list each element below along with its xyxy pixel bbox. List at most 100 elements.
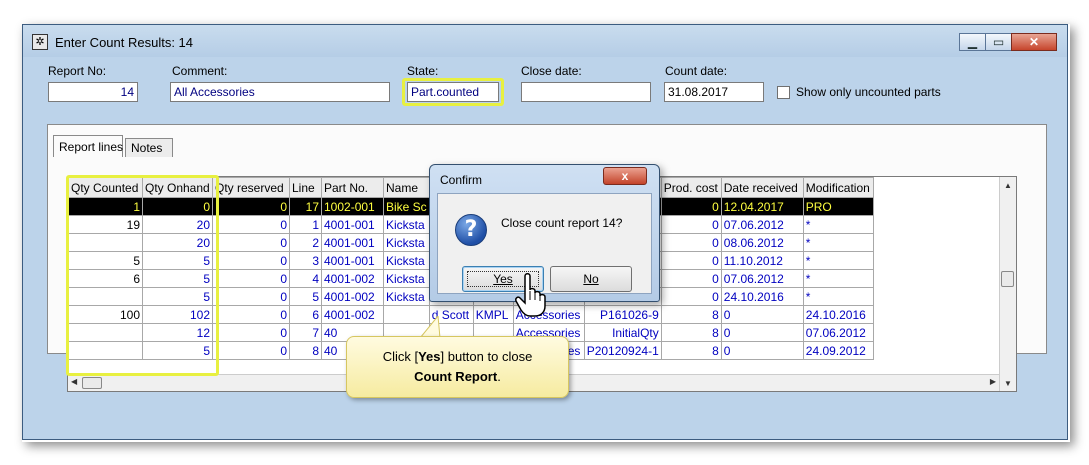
grid-cell[interactable]: 0 bbox=[660, 233, 722, 252]
grid-cell[interactable]: 2 bbox=[289, 233, 322, 252]
grid-cell[interactable]: Kicksta bbox=[383, 287, 430, 306]
state-field[interactable]: Part.counted bbox=[407, 82, 499, 102]
window-controls: ▁ ▭ ✕ bbox=[959, 33, 1057, 51]
grid-cell[interactable]: P161026-9 bbox=[583, 305, 662, 324]
grid-cell[interactable]: 08.06.2012 bbox=[720, 233, 804, 252]
grid-cell[interactable]: 24.10.2016 bbox=[802, 305, 874, 324]
close-icon: ✕ bbox=[1028, 35, 1040, 49]
dialog-close-button[interactable]: x bbox=[603, 167, 647, 185]
show-uncounted-checkbox[interactable] bbox=[777, 86, 790, 99]
grid-cell[interactable]: Bike Sc bbox=[383, 197, 430, 216]
grid-cell[interactable]: 0 bbox=[212, 305, 290, 324]
grid-cell[interactable]: Kicksta bbox=[383, 233, 430, 252]
window-title: Enter Count Results: 14 bbox=[55, 35, 194, 50]
grid-cell[interactable]: 0 bbox=[660, 251, 722, 270]
grid-cell[interactable]: * bbox=[802, 215, 874, 234]
grid-header-5[interactable]: Name bbox=[383, 177, 430, 198]
grid-cell[interactable]: * bbox=[802, 287, 874, 306]
close-date-field[interactable] bbox=[521, 82, 651, 102]
report-no-label: Report No: bbox=[48, 64, 107, 78]
grid-cell[interactable]: 4001-002 bbox=[321, 305, 384, 324]
grid-cell[interactable]: KMPL bbox=[472, 305, 514, 324]
grid-cell[interactable]: 0 bbox=[212, 287, 290, 306]
grid-cell[interactable]: 8 bbox=[660, 341, 722, 360]
grid-cell[interactable]: 1002-001 bbox=[321, 197, 384, 216]
grid-cell[interactable]: 0 bbox=[660, 215, 722, 234]
tab-report-lines[interactable]: Report lines bbox=[53, 135, 123, 157]
vertical-scroll-thumb[interactable] bbox=[1001, 271, 1014, 287]
grid-cell[interactable]: 11.10.2012 bbox=[720, 251, 804, 270]
maximize-button[interactable]: ▭ bbox=[985, 33, 1012, 51]
grid-cell[interactable]: 0 bbox=[660, 197, 722, 216]
grid-cell[interactable]: 7 bbox=[289, 323, 322, 342]
grid-header-4[interactable]: Part No. bbox=[321, 177, 384, 198]
grid-cell[interactable]: 4001-001 bbox=[321, 233, 384, 252]
grid-cell[interactable]: 4001-002 bbox=[321, 269, 384, 288]
scroll-down-icon[interactable]: ▼ bbox=[1000, 379, 1016, 388]
grid-cell[interactable]: 07.06.2012 bbox=[720, 215, 804, 234]
report-no-field[interactable]: 14 bbox=[48, 82, 138, 102]
grid-cell[interactable]: 3 bbox=[289, 251, 322, 270]
grid-cell[interactable]: 07.06.2012 bbox=[802, 323, 874, 342]
comment-field[interactable]: All Accessories bbox=[170, 82, 390, 102]
grid-cell[interactable]: 0 bbox=[660, 287, 722, 306]
grid-cell[interactable]: 24.09.2012 bbox=[802, 341, 874, 360]
grid-cell[interactable]: 6 bbox=[289, 305, 322, 324]
grid-cell[interactable]: P20120924-1 bbox=[583, 341, 662, 360]
grid-cell[interactable]: 4001-001 bbox=[321, 215, 384, 234]
grid-cell[interactable]: * bbox=[802, 251, 874, 270]
grid-header-2[interactable]: Qty reserved bbox=[212, 177, 290, 198]
maximize-icon: ▭ bbox=[992, 35, 1005, 49]
grid-header-3[interactable]: Line bbox=[289, 177, 322, 198]
minimize-button[interactable]: ▁ bbox=[959, 33, 986, 51]
grid-cell[interactable]: 0 bbox=[720, 341, 804, 360]
horizontal-scroll-thumb[interactable] bbox=[82, 377, 102, 389]
grid-cell[interactable]: 07.06.2012 bbox=[720, 269, 804, 288]
grid-cell[interactable]: 0 bbox=[212, 323, 290, 342]
tab-notes[interactable]: Notes bbox=[125, 138, 173, 157]
grid-cell[interactable]: PRO bbox=[802, 197, 874, 216]
close-button[interactable]: ✕ bbox=[1011, 33, 1057, 51]
grid-cell[interactable]: 0 bbox=[212, 269, 290, 288]
show-uncounted-label: Show only uncounted parts bbox=[796, 85, 941, 99]
grid-cell[interactable]: * bbox=[802, 269, 874, 288]
no-button[interactable]: No bbox=[550, 266, 632, 292]
grid-cell[interactable]: 8 bbox=[289, 341, 322, 360]
grid-cell[interactable]: Kicksta bbox=[383, 251, 430, 270]
grid-cell[interactable]: 0 bbox=[212, 341, 290, 360]
grid-header-10[interactable]: Prod. cost bbox=[660, 177, 722, 198]
grid-cell[interactable]: * bbox=[802, 233, 874, 252]
close-date-label: Close date: bbox=[521, 64, 582, 78]
grid-cell[interactable]: 0 bbox=[660, 269, 722, 288]
count-date-field[interactable]: 31.08.2017 bbox=[664, 82, 764, 102]
grid-header-11[interactable]: Date received bbox=[720, 177, 804, 198]
grid-cell[interactable]: 8 bbox=[660, 323, 722, 342]
grid-cell[interactable]: 24.10.2016 bbox=[720, 287, 804, 306]
grid-cell[interactable]: Kicksta bbox=[383, 215, 430, 234]
grid-cell[interactable]: 0 bbox=[212, 251, 290, 270]
dialog-title: Confirm bbox=[440, 173, 483, 187]
grid-cell[interactable]: 4001-001 bbox=[321, 251, 384, 270]
grid-cell[interactable]: 4 bbox=[289, 269, 322, 288]
grid-header-12[interactable]: Modification bbox=[802, 177, 874, 198]
grid-cell[interactable]: 12.04.2017 bbox=[720, 197, 804, 216]
scroll-left-icon[interactable]: ◀ bbox=[71, 377, 77, 386]
grid-vertical-scrollbar[interactable]: ▲ ▼ bbox=[999, 177, 1016, 391]
grid-cell[interactable]: 0 bbox=[212, 215, 290, 234]
grid-cell[interactable]: 1 bbox=[289, 215, 322, 234]
grid-cell[interactable]: 8 bbox=[660, 305, 722, 324]
grid-cell[interactable]: 0 bbox=[720, 305, 804, 324]
grid-cell[interactable]: 0 bbox=[720, 323, 804, 342]
app-icon: ✲ bbox=[32, 34, 48, 50]
grid-cell[interactable]: 4001-002 bbox=[321, 287, 384, 306]
title-bar[interactable]: ✲ Enter Count Results: 14 ▁ ▭ ✕ bbox=[23, 25, 1067, 57]
dialog-message: Close count report 14? bbox=[501, 216, 623, 230]
grid-cell[interactable]: 17 bbox=[289, 197, 322, 216]
scroll-up-icon[interactable]: ▲ bbox=[1000, 181, 1016, 190]
grid-cell[interactable]: 0 bbox=[212, 233, 290, 252]
scroll-right-icon[interactable]: ▶ bbox=[990, 377, 996, 386]
grid-cell[interactable]: 0 bbox=[212, 197, 290, 216]
grid-cell[interactable]: InitialQty bbox=[583, 323, 662, 342]
grid-cell[interactable]: Kicksta bbox=[383, 269, 430, 288]
grid-cell[interactable]: 5 bbox=[289, 287, 322, 306]
